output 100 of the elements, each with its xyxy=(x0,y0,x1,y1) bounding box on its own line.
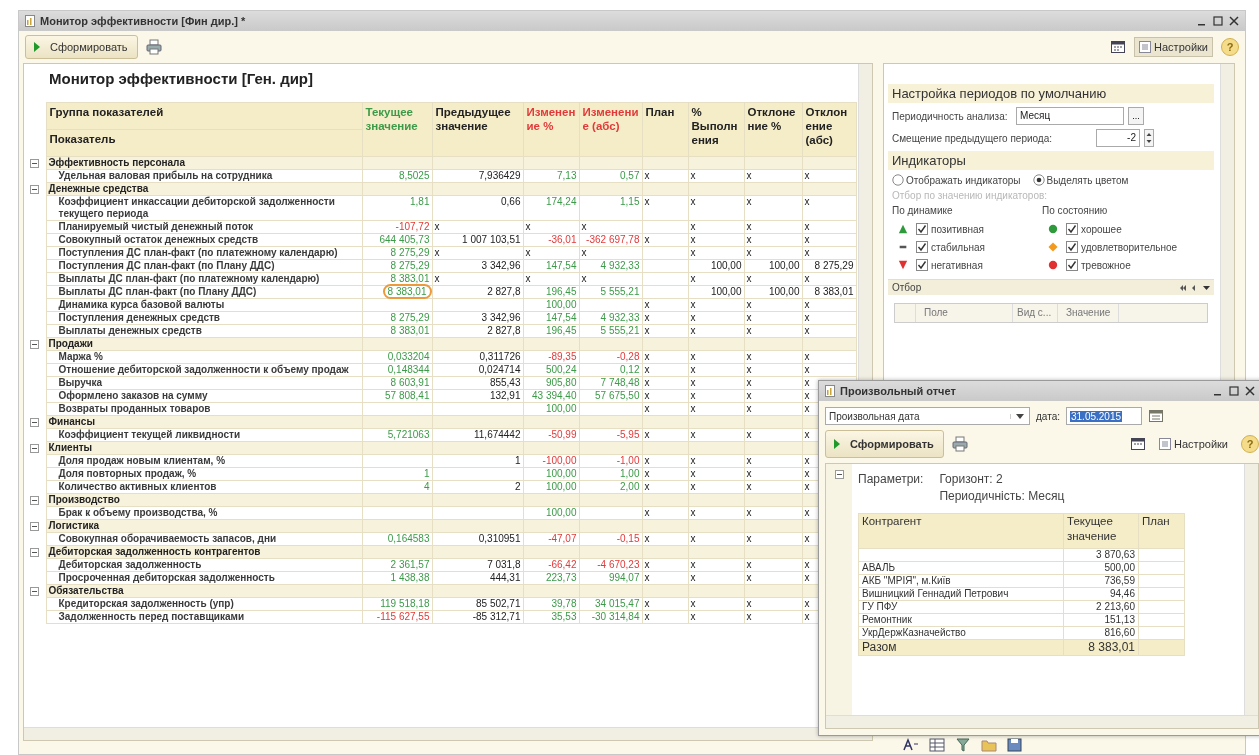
table-cell: 1 438,38 xyxy=(390,572,430,583)
table-cell: 4 932,33 xyxy=(600,260,640,271)
table-cell: x xyxy=(644,559,650,570)
table-cell: x xyxy=(746,196,752,207)
group-name: Денежные средства xyxy=(48,183,149,194)
group-name: Обязательства xyxy=(48,585,124,596)
table-cell: 444,31 xyxy=(489,572,521,583)
table-cell: x xyxy=(746,170,752,181)
table-cell: 8 383,01 xyxy=(1088,640,1135,654)
table-cell: x xyxy=(690,455,696,466)
table-cell: 151,13 xyxy=(1104,614,1135,625)
table-cell: x xyxy=(804,481,810,492)
column-header: Отклонение % xyxy=(747,105,797,133)
column-header: Текущее значение xyxy=(365,105,419,133)
table-cell: x xyxy=(690,312,696,323)
table-cell: 8,5025 xyxy=(398,170,430,181)
checkbox-label: хорошее xyxy=(1081,223,1122,235)
table-cell: x xyxy=(746,611,752,622)
table-cell: 500,24 xyxy=(545,364,577,375)
table-cell: 5,721063 xyxy=(387,429,430,440)
checkbox-label: удовлетворительное xyxy=(1081,241,1178,253)
table-cell: x xyxy=(804,377,810,388)
table-cell: -5,95 xyxy=(616,429,640,440)
table-cell: -36,01 xyxy=(548,234,577,245)
table-cell: 8 275,29 xyxy=(390,312,430,323)
table-cell: 0,66 xyxy=(501,196,521,207)
indicator-name: Кредиторская задолженность (упр) xyxy=(58,598,234,609)
table-cell: 100,00 xyxy=(545,468,577,479)
table-cell: АКБ "МРІЯ", м.Київ xyxy=(862,575,951,586)
radio-label: Выделять цветом xyxy=(1046,174,1129,186)
table-cell: x xyxy=(690,299,696,310)
table-cell: -0,28 xyxy=(616,351,640,362)
table-cell: -0,15 xyxy=(616,533,640,544)
table-cell: 8 603,91 xyxy=(390,377,430,388)
section-title: Индикаторы xyxy=(892,153,966,168)
table-cell: x xyxy=(644,351,650,362)
table-cell: 994,07 xyxy=(608,572,640,583)
table-cell: 0,310951 xyxy=(478,533,521,544)
table-cell: -89,35 xyxy=(548,351,577,362)
table-cell: 100,00 xyxy=(768,286,800,297)
column-header: Показатель xyxy=(49,133,116,145)
table-cell: x xyxy=(746,403,752,414)
table-cell: x xyxy=(804,403,810,414)
indicator-name: Коэффициент инкассации дебиторской задолженности текущего периода xyxy=(58,196,335,219)
table-cell: 119 518,18 xyxy=(380,598,430,609)
field-label: Смещение предыдущего периода: xyxy=(892,132,1054,144)
table-cell: 147,54 xyxy=(545,260,577,271)
table-cell: 85 502,71 xyxy=(476,598,521,609)
table-cell: x xyxy=(804,234,810,245)
table-cell: x xyxy=(746,221,752,232)
table-cell: 57 808,41 xyxy=(385,390,430,401)
table-cell: x xyxy=(581,221,587,232)
table-cell: x xyxy=(644,312,650,323)
table-cell: -115 627,55 xyxy=(376,611,430,622)
table-cell: x xyxy=(804,221,810,232)
parameter-value: Горизонт: 2 xyxy=(939,472,1004,486)
group-name: Эффективность персонала xyxy=(48,157,186,168)
table-cell: 0,164583 xyxy=(387,533,430,544)
table-cell: x xyxy=(804,468,810,479)
section-title: Отбор xyxy=(892,282,922,293)
indicator-name: Коэффициент текущей ликвидности xyxy=(58,429,241,440)
table-cell: x xyxy=(644,377,650,388)
table-cell: 644 405,73 xyxy=(379,234,430,245)
table-cell: x xyxy=(644,533,650,544)
table-cell: 0,148344 xyxy=(387,364,430,375)
indicator-name: Доля продаж новым клиентам, % xyxy=(58,455,226,466)
table-cell: 174,24 xyxy=(545,196,577,207)
table-cell: 100,00 xyxy=(710,260,742,271)
table-cell: УкрДержКазначейство xyxy=(862,627,966,638)
table-cell: 100,00 xyxy=(545,481,577,492)
table-cell: 855,43 xyxy=(489,377,521,388)
table-cell: x xyxy=(644,299,650,310)
table-cell: 7 748,48 xyxy=(600,377,640,388)
table-cell: x xyxy=(804,455,810,466)
parameters-label: Параметри: xyxy=(858,472,924,488)
table-cell: x xyxy=(746,325,752,336)
group-label: По состоянию xyxy=(1042,205,1109,216)
table-cell: x xyxy=(804,299,810,310)
table-cell: 196,45 xyxy=(545,325,577,336)
table-cell: x xyxy=(746,598,752,609)
table-cell: 8 275,29 xyxy=(814,260,854,271)
indicator-name: Поступления ДС план-факт (по платежному календарю) xyxy=(58,247,338,258)
field-label: Периодичность анализа: xyxy=(892,110,1009,122)
table-cell: 7,13 xyxy=(557,170,577,181)
table-cell: x xyxy=(581,247,587,258)
table-cell: 8 383,01 xyxy=(390,273,430,284)
indicator-name: Поступления денежных средств xyxy=(58,312,220,323)
table-cell: -30 314,84 xyxy=(591,611,640,622)
indicator-name: Динамика курса базовой валюты xyxy=(58,299,225,310)
table-cell: x xyxy=(644,468,650,479)
table-cell: -4 670,23 xyxy=(597,559,640,570)
column-header: Изменение % xyxy=(526,105,576,133)
table-cell: x xyxy=(644,611,650,622)
table-cell: x xyxy=(525,273,531,284)
table-cell: 34 015,47 xyxy=(595,598,640,609)
table-cell: x xyxy=(746,429,752,440)
table-cell: x xyxy=(434,273,440,284)
group-name: Продажи xyxy=(48,338,93,349)
table-cell: 57 675,50 xyxy=(595,390,640,401)
table-cell: x xyxy=(644,481,650,492)
